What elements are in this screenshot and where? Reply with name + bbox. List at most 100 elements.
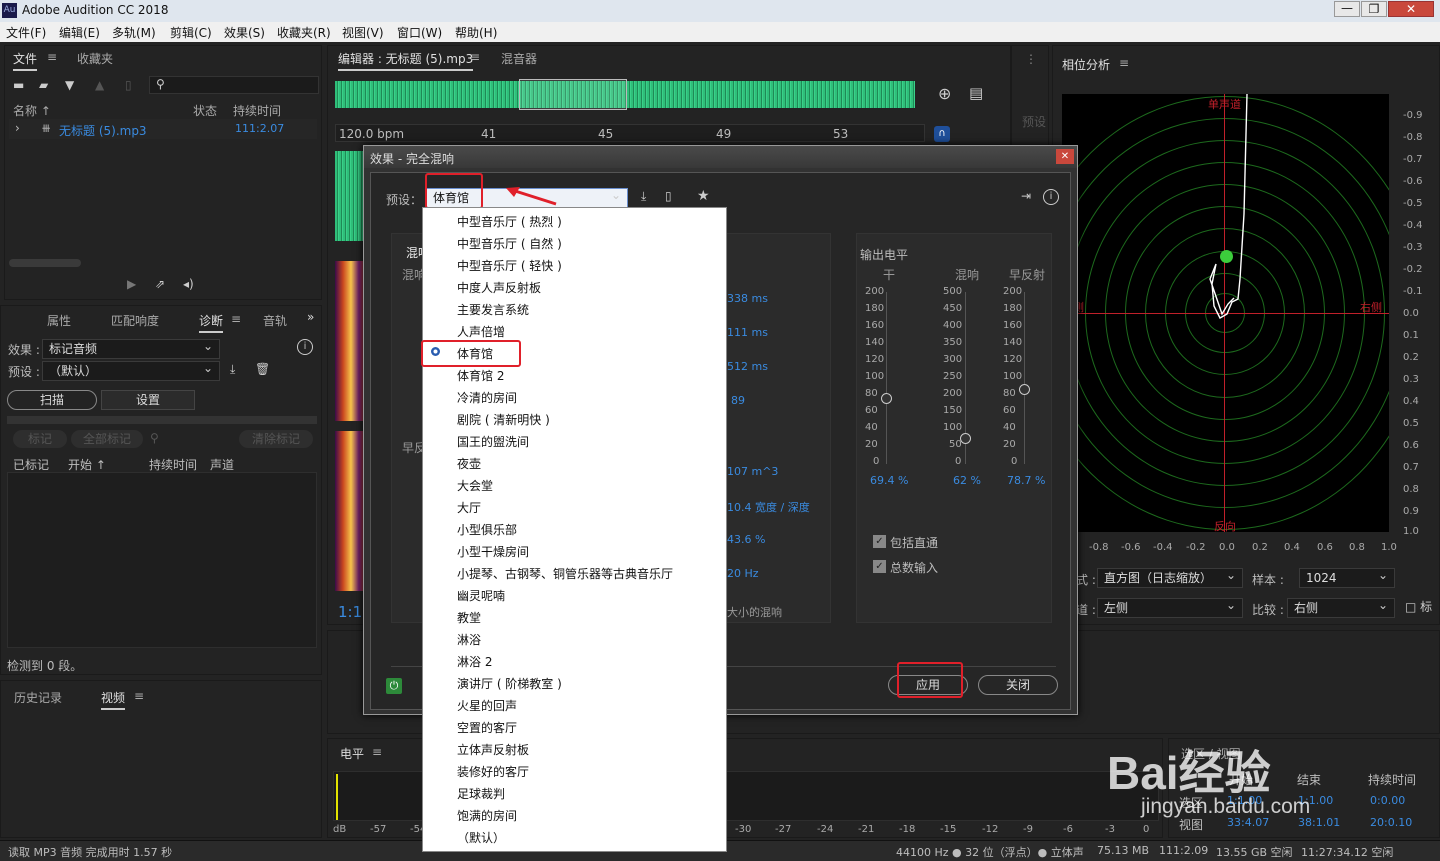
- close-button[interactable]: 关闭: [978, 675, 1058, 695]
- scan-button[interactable]: 扫描: [7, 390, 97, 410]
- menu-edit[interactable]: 编辑(E): [59, 24, 100, 41]
- preset-option[interactable]: 剧院 ( 清新明快 ): [457, 411, 550, 428]
- file-row[interactable]: › ⧻ 无标题 (5).mp3 111:2.07: [9, 119, 317, 139]
- value-decay[interactable]: 338 ms: [727, 292, 768, 305]
- preset-select[interactable]: （默认）: [42, 359, 220, 381]
- preset-option[interactable]: 中度人声反射板: [457, 279, 541, 296]
- files-scrollbar[interactable]: [9, 259, 81, 267]
- new-file-icon[interactable]: ▼: [65, 78, 74, 92]
- dialog-close-icon[interactable]: ✕: [1056, 149, 1074, 164]
- reverb-percent[interactable]: 62 %: [953, 474, 981, 487]
- mark-button[interactable]: 标记: [13, 430, 67, 448]
- col-name[interactable]: 名称 ↑: [13, 102, 51, 119]
- preset-option[interactable]: 大会堂: [457, 477, 493, 494]
- include-direct-checkbox[interactable]: ✓: [873, 535, 886, 548]
- tab-diagnostics[interactable]: 诊断: [199, 312, 224, 333]
- panel-menu-icon[interactable]: ≡: [47, 50, 57, 64]
- minimize-button[interactable]: —: [1334, 1, 1360, 17]
- tab-favorites[interactable]: 收藏夹: [77, 50, 113, 67]
- channel-select[interactable]: 左侧: [1097, 596, 1243, 618]
- preset-option[interactable]: 中型音乐厅 ( 自然 ): [457, 235, 562, 252]
- preset-option[interactable]: 演讲厅 ( 阶梯教室 ): [457, 675, 562, 692]
- insert-icon[interactable]: ▲: [95, 78, 104, 92]
- value-predelay[interactable]: 111 ms: [727, 326, 768, 339]
- open-folder-icon[interactable]: ▬: [13, 78, 24, 92]
- menu-clip[interactable]: 剪辑(C): [170, 24, 212, 41]
- menu-file[interactable]: 文件(F): [6, 24, 46, 41]
- value-hpf[interactable]: 20 Hz: [727, 567, 759, 580]
- phase-checkbox[interactable]: □ 标: [1405, 598, 1432, 615]
- delete-icon[interactable]: ▯: [125, 78, 132, 92]
- zoom-navigator-icon[interactable]: ⊕: [938, 84, 951, 103]
- reverb-slider-thumb[interactable]: [960, 433, 971, 444]
- power-toggle-icon[interactable]: ⏻: [386, 678, 402, 694]
- preset-option[interactable]: 饱满的房间: [457, 807, 517, 824]
- delete-preset-icon[interactable]: 🗑: [255, 362, 270, 376]
- value-diffusion[interactable]: 512 ms: [727, 360, 768, 373]
- menu-effects[interactable]: 效果(S): [224, 24, 265, 41]
- editor-menu-icon[interactable]: ≡: [470, 50, 480, 64]
- spectral-toggle-icon[interactable]: ▤: [969, 84, 983, 102]
- preset-option[interactable]: 立体声反射板: [457, 741, 529, 758]
- snap-magnet-icon[interactable]: ∩: [934, 126, 950, 142]
- samples-select[interactable]: 1024: [1299, 566, 1395, 588]
- col-duration[interactable]: 持续时间: [233, 102, 281, 119]
- tab-files[interactable]: 文件: [13, 50, 38, 71]
- routing-icon[interactable]: ⇥: [1021, 189, 1031, 203]
- clear-marks-button[interactable]: 清除标记: [239, 430, 313, 448]
- preset-option[interactable]: 夜壶: [457, 455, 481, 472]
- preset-option[interactable]: 中型音乐厅 ( 轻快 ): [457, 257, 562, 274]
- import-icon[interactable]: ▰: [39, 78, 48, 92]
- value-left-right[interactable]: 43.6 %: [727, 533, 765, 546]
- tab-history[interactable]: 历史记录: [14, 689, 62, 706]
- preset-option[interactable]: 淋浴: [457, 631, 481, 648]
- timeline-ruler[interactable]: 120.0 bpm 41 45 49 53: [335, 124, 925, 142]
- close-window-button[interactable]: ✕: [1388, 1, 1434, 17]
- play-icon[interactable]: ▶: [127, 277, 136, 291]
- preset-option[interactable]: 冷清的房间: [457, 389, 517, 406]
- menu-help[interactable]: 帮助(H): [455, 24, 497, 41]
- col-status[interactable]: 状态: [193, 102, 217, 119]
- dry-slider-thumb[interactable]: [881, 393, 892, 404]
- download-preset-icon[interactable]: ⤓: [641, 189, 646, 204]
- preset-option[interactable]: 小提琴、古钢琴、铜管乐器等古典音乐厅: [457, 565, 673, 582]
- preset-option[interactable]: 人声倍增: [457, 323, 505, 340]
- value-dimension[interactable]: 10.4 宽度 / 深度: [727, 499, 810, 515]
- preset-option[interactable]: 大厅: [457, 499, 481, 516]
- mark-all-button[interactable]: 全部标记: [71, 430, 143, 448]
- preset-option[interactable]: 教堂: [457, 609, 481, 626]
- preset-option[interactable]: 体育馆 2: [457, 367, 504, 384]
- maximize-button[interactable]: ❐: [1361, 1, 1387, 17]
- dry-slider-track[interactable]: [886, 292, 887, 464]
- autoplay-speaker-icon[interactable]: ◂): [183, 277, 194, 291]
- phase-menu-icon[interactable]: ≡: [1119, 56, 1129, 70]
- tab-match-loudness[interactable]: 匹配响度: [111, 312, 159, 329]
- preset-option[interactable]: 国王的盥洗间: [457, 433, 529, 450]
- settings-button[interactable]: 设置: [101, 390, 195, 410]
- preset-option[interactable]: 小型俱乐部: [457, 521, 517, 538]
- diag-search-icon[interactable]: ⚲: [150, 431, 159, 445]
- loop-export-icon[interactable]: ⇗: [155, 277, 165, 291]
- menu-window[interactable]: 窗口(W): [397, 24, 442, 41]
- preset-option[interactable]: 空置的客厅: [457, 719, 517, 736]
- preset-option[interactable]: （默认）: [457, 829, 505, 846]
- save-preset-icon[interactable]: ⤓: [230, 362, 235, 377]
- preset-option[interactable]: 装修好的客厅: [457, 763, 529, 780]
- col-diag-duration[interactable]: 持续时间: [149, 456, 197, 473]
- dialog-info-icon[interactable]: i: [1043, 189, 1059, 205]
- mode-select[interactable]: 直方图（日志缩放）: [1097, 566, 1243, 588]
- compare-select[interactable]: 右侧: [1287, 596, 1395, 618]
- menu-multitrack[interactable]: 多轨(M): [112, 24, 156, 41]
- value-perception[interactable]: 89: [731, 394, 745, 407]
- preset-option[interactable]: 足球裁判: [457, 785, 505, 802]
- tab-mixer[interactable]: 混音器: [501, 50, 537, 67]
- dry-percent[interactable]: 69.4 %: [870, 474, 908, 487]
- early-slider-thumb[interactable]: [1019, 384, 1030, 395]
- effect-select[interactable]: 标记音频: [42, 337, 220, 359]
- splitter-handle[interactable]: [7, 416, 317, 424]
- tab-tracks[interactable]: 音轨: [263, 312, 287, 329]
- preset-option[interactable]: 幽灵呢喃: [457, 587, 505, 604]
- vertical-menu-icon[interactable]: ⋮: [1025, 52, 1037, 66]
- preset-option[interactable]: 小型干燥房间: [457, 543, 529, 560]
- preset-option[interactable]: 淋浴 2: [457, 653, 492, 670]
